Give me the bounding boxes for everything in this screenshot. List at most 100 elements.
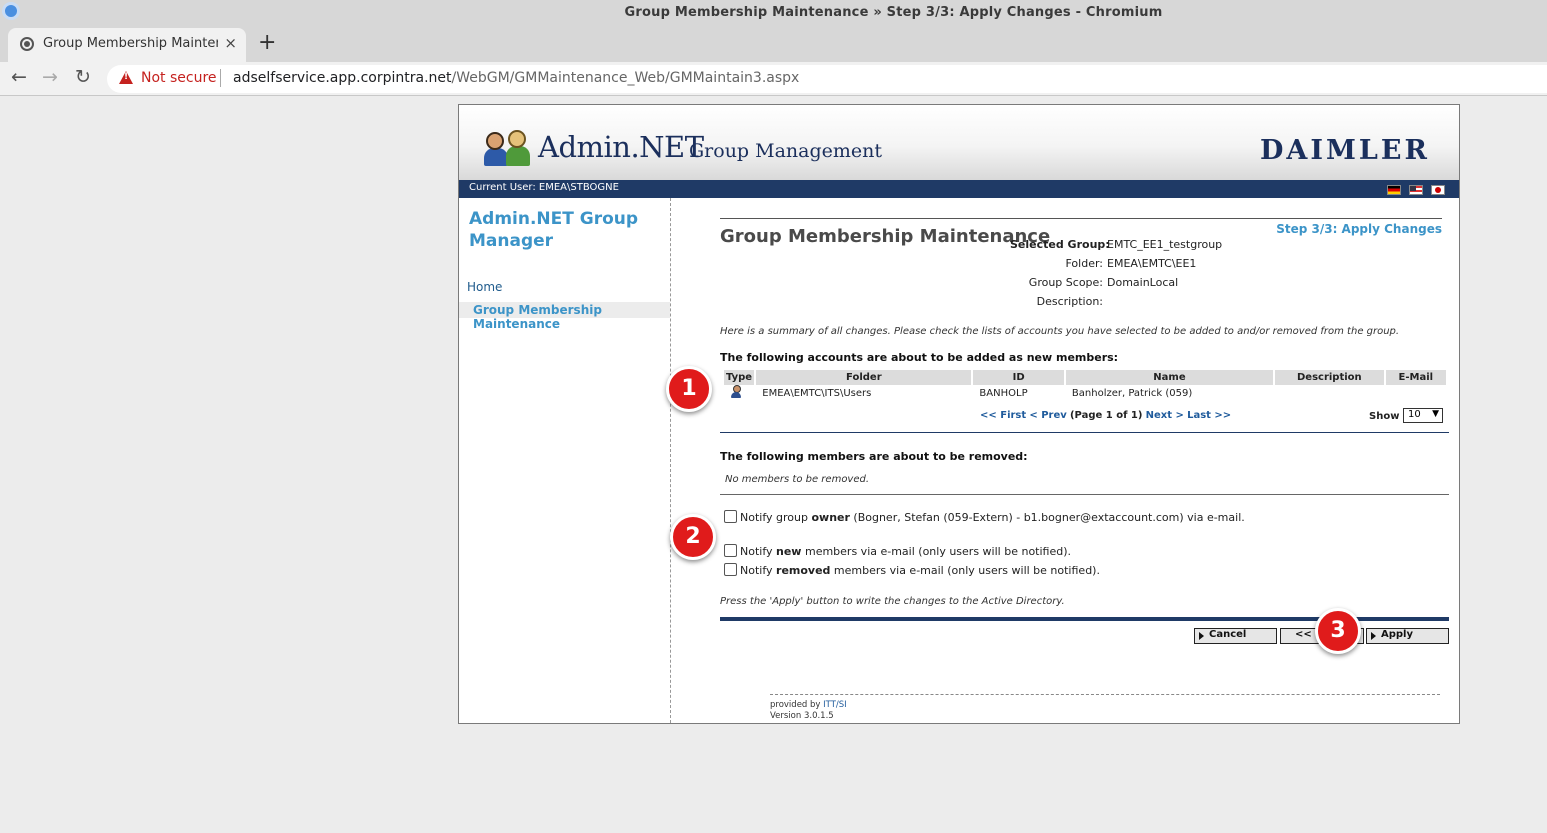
window-title: Group Membership Maintenance » Step 3/3:… [624, 5, 1163, 20]
added-members-header: The following accounts are about to be a… [720, 351, 1119, 364]
group-scope-value: DomainLocal [1107, 276, 1179, 289]
annotation-marker-3: 3 [1315, 608, 1361, 654]
notify-removed-bold: removed [776, 564, 831, 577]
folder-label: Folder: [1065, 257, 1103, 270]
notify-new-rest: members via e-mail (only users will be n… [801, 545, 1072, 558]
show-label: Show [1369, 411, 1400, 422]
step-indicator: Step 3/3: Apply Changes [1276, 222, 1442, 236]
apply-button[interactable]: Apply [1366, 628, 1449, 644]
pager-first-link[interactable]: << First [980, 410, 1026, 421]
german-flag-icon[interactable] [1387, 185, 1401, 195]
notify-owner-text: Notify group [740, 511, 812, 524]
annotation-marker-1: 1 [666, 366, 712, 412]
sidebar-item-label: Group Membership Maintenance [473, 303, 602, 331]
cell-id: BANHOLP [979, 388, 1028, 399]
window-titlebar: Group Membership Maintenance » Step 3/3:… [0, 0, 1547, 26]
url-text[interactable]: adselfservice.app.corpintra.net/WebGM/GM… [233, 70, 799, 86]
notify-new-checkbox[interactable] [724, 544, 737, 557]
notify-removed-text: Notify [740, 564, 777, 577]
notify-new-text: Notify [740, 545, 777, 558]
globe-icon [20, 37, 34, 51]
page-size-value: 10 [1408, 409, 1421, 420]
pager-prev-link[interactable]: < Prev [1029, 410, 1066, 421]
sidebar: Admin.NET Group Manager Home Group Membe… [459, 198, 671, 723]
footer-provided-by: provided by [770, 700, 824, 710]
cell-email [1386, 385, 1446, 402]
sidebar-title: Admin.NET Group Manager [469, 209, 639, 251]
sidebar-item-home[interactable]: Home [467, 280, 502, 294]
url-path: /WebGM/GMMaintenance_Web/GMMaintain3.asp… [451, 70, 800, 86]
cancel-button[interactable]: Cancel [1194, 628, 1277, 644]
group-info: Selected Group:EMTC_EE1_testgroup Folder… [1010, 238, 1222, 314]
notify-removed-option: Notify removed members via e-mail (only … [724, 563, 1100, 577]
not-secure-label[interactable]: Not secure [141, 70, 217, 86]
table-row: EMEA\EMTC\ITS\Users BANHOLP Banholzer, P… [724, 385, 1446, 402]
user-icon [730, 385, 742, 399]
notify-new-option: Notify new members via e-mail (only user… [724, 544, 1071, 558]
column-header-id[interactable]: ID [973, 370, 1064, 385]
cell-name: Banholzer, Patrick (059) [1071, 388, 1193, 399]
info-row-group: Selected Group:EMTC_EE1_testgroup [1010, 238, 1222, 257]
pager: << First < Prev (Page 1 of 1) Next > Las… [980, 410, 1231, 421]
japanese-flag-icon[interactable] [1431, 185, 1445, 195]
tab-title: Group Membership Maintenance » Step 3/3:… [43, 36, 218, 51]
selected-group-value: EMTC_EE1_testgroup [1107, 238, 1223, 251]
pager-last-link[interactable]: Last >> [1187, 410, 1231, 421]
footer-divider [770, 694, 1440, 695]
new-tab-button[interactable]: + [258, 30, 276, 55]
company-logo: DAIMLER [1260, 135, 1430, 166]
removed-members-header: The following members are about to be re… [720, 450, 1028, 463]
info-row-description: Description: [1010, 295, 1222, 314]
apply-instructions: Press the 'Apply' button to write the ch… [720, 596, 1065, 607]
pager-next-link[interactable]: Next > [1146, 410, 1184, 421]
footer-version: Version 3.0.1.5 [770, 711, 834, 721]
notify-owner-rest: (Bogner, Stefan (059-Extern) - b1.bogner… [849, 511, 1245, 524]
brand-subtitle: Group Management [689, 140, 883, 162]
browser-toolbar: ← → ↻ Not secure adselfservice.app.corpi… [0, 62, 1547, 96]
current-user: Current User: EMEA\STBOGNE [469, 182, 619, 193]
column-header-description[interactable]: Description [1275, 370, 1384, 385]
browser-tab[interactable]: Group Membership Maintenance » Step 3/3:… [8, 28, 246, 62]
address-bar[interactable]: Not secure adselfservice.app.corpintra.n… [107, 65, 1547, 93]
reload-icon[interactable]: ↻ [75, 66, 91, 88]
no-members-text: No members to be removed. [725, 474, 870, 485]
notify-owner-checkbox[interactable] [724, 510, 737, 523]
sidebar-item-group-membership[interactable]: Group Membership Maintenance [459, 302, 670, 331]
tab-strip: Group Membership Maintenance » Step 3/3:… [0, 26, 1547, 62]
user-bar: Current User: EMEA\STBOGNE [459, 180, 1459, 198]
selected-group-label: Selected Group: [1010, 238, 1110, 251]
column-header-type[interactable]: Type [724, 370, 755, 385]
folder-value: EMEA\EMTC\EE1 [1107, 257, 1197, 270]
divider [720, 494, 1449, 495]
info-row-folder: Folder: EMEA\EMTC\EE1 [1010, 257, 1222, 276]
divider [720, 432, 1449, 433]
notify-owner-option: Notify group owner (Bogner, Stefan (059-… [724, 510, 1245, 524]
added-members-table: Type Folder ID Name Description E-Mail E… [722, 370, 1448, 402]
description-label: Description: [1036, 295, 1103, 308]
footer-link[interactable]: ITT/SI [823, 700, 847, 710]
english-flag-icon[interactable] [1409, 185, 1423, 195]
brand-name: Admin.NET [538, 130, 704, 164]
page-title: Group Membership Maintenance [720, 226, 1051, 247]
notify-removed-rest: members via e-mail (only users will be n… [830, 564, 1100, 577]
column-header-email[interactable]: E-Mail [1385, 370, 1446, 385]
pager-page-info: (Page 1 of 1) [1069, 410, 1143, 421]
url-host: adselfservice.app.corpintra.net [233, 70, 452, 86]
column-header-name[interactable]: Name [1065, 370, 1274, 385]
warning-icon [119, 71, 133, 84]
notify-new-bold: new [776, 545, 802, 558]
page-frame: Admin.NET Group Management DAIMLER Curre… [458, 104, 1460, 724]
chevron-down-icon: ▼ [1432, 409, 1439, 419]
tab-close-icon[interactable]: × [224, 34, 237, 52]
column-header-folder[interactable]: Folder [756, 370, 972, 385]
url-separator [220, 69, 221, 87]
forward-arrow-icon[interactable]: → [42, 66, 58, 88]
notify-removed-checkbox[interactable] [724, 563, 737, 576]
app-header: Admin.NET Group Management DAIMLER [459, 105, 1459, 180]
users-logo-icon [484, 130, 532, 168]
cell-folder: EMEA\EMTC\ITS\Users [762, 388, 872, 399]
footer: provided by ITT/SI Version 3.0.1.5 [770, 700, 847, 722]
back-arrow-icon[interactable]: ← [11, 66, 27, 88]
cell-description [1275, 385, 1384, 402]
page-size-select[interactable]: 10 ▼ [1403, 408, 1443, 423]
